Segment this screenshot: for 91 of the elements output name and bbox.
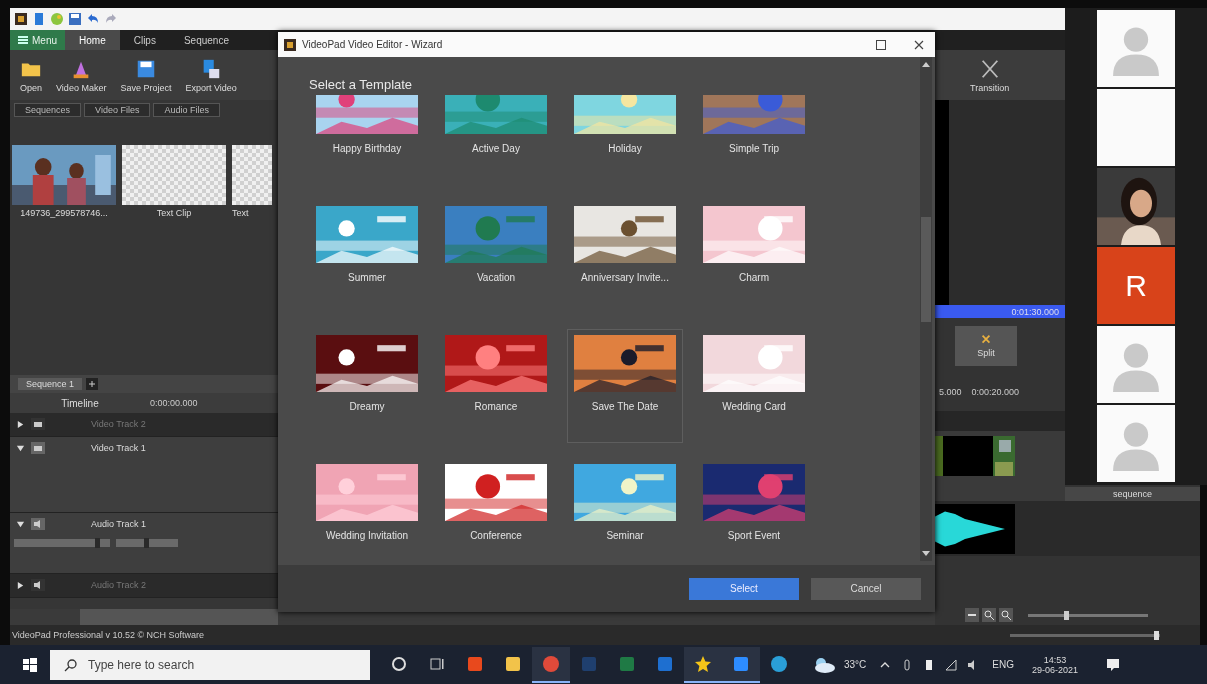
bin-tab[interactable]: Sequences: [14, 103, 82, 117]
transition-button[interactable]: Transition: [964, 50, 1016, 100]
expand-toggle-icon[interactable]: [16, 580, 25, 590]
preview-time: 0:01:30.000: [1011, 306, 1059, 317]
ribbon-tab[interactable]: Clips: [119, 30, 170, 50]
ruler-time: 5.000: [939, 387, 962, 397]
expand-toggle-icon[interactable]: [16, 519, 25, 529]
scrollbar[interactable]: [10, 609, 278, 625]
timecode: 0:00:00.000: [150, 398, 198, 408]
speaker-icon[interactable]: [31, 579, 45, 591]
bin-tab[interactable]: Video Files: [84, 103, 151, 117]
template-name: Active Day: [472, 143, 520, 154]
media-label: Text Clip: [156, 208, 192, 218]
dialog-title: VideoPad Video Editor - Wizard: [302, 39, 444, 50]
text-clip-thumbnail[interactable]: [232, 145, 272, 205]
maximize-icon[interactable]: [875, 38, 887, 51]
participant-initial: R: [1125, 268, 1147, 303]
network-icon[interactable]: [945, 658, 958, 671]
text-clip-thumbnail[interactable]: [122, 145, 226, 205]
expand-toggle-icon[interactable]: [16, 419, 25, 429]
volume-slider[interactable]: [14, 539, 110, 547]
search-field[interactable]: Type here to search: [50, 649, 370, 680]
track-name: Video Track 2: [91, 419, 146, 429]
track-name: Audio Track 1: [91, 519, 147, 529]
temperature: 33°C: [844, 659, 867, 670]
ribbon-tab[interactable]: Sequence: [169, 30, 243, 50]
media-label: 149736_299578746...: [20, 208, 108, 218]
timeline-label: Timeline: [60, 397, 100, 409]
scroll-thumb[interactable]: [921, 217, 931, 322]
ruler-time: 0:00:20.000: [971, 387, 1020, 397]
clock-time: 14:53: [1043, 654, 1067, 665]
language-indicator[interactable]: ENG: [992, 659, 1014, 670]
template-name: Dreamy: [349, 401, 385, 412]
template-name: Romance: [474, 401, 518, 412]
template-name: Wedding Card: [722, 401, 786, 412]
ribbon-tab[interactable]: Home: [65, 30, 120, 50]
split-button[interactable]: Split: [955, 325, 1017, 366]
camera-icon[interactable]: [31, 418, 45, 430]
expand-toggle-icon[interactable]: [16, 443, 25, 453]
clock-date: 29-06-2021: [1032, 664, 1079, 675]
cancel-button[interactable]: Cancel: [811, 577, 921, 600]
save-icon[interactable]: [68, 12, 82, 26]
template-name: Happy Birthday: [332, 143, 402, 154]
page-icon[interactable]: [32, 12, 46, 26]
dialog-heading: Select a Template: [309, 77, 414, 94]
track-name: Audio Track 2: [91, 580, 147, 590]
zoom-in-icon[interactable]: [982, 608, 996, 622]
template-name: Summer: [348, 272, 386, 283]
add-icon[interactable]: [86, 378, 99, 390]
pan-slider[interactable]: [116, 539, 178, 547]
template-name: Holiday: [608, 143, 642, 154]
bin-tab[interactable]: Audio Files: [153, 103, 220, 117]
close-icon[interactable]: [913, 38, 925, 51]
clip-note: sequence: [1112, 489, 1152, 499]
sequence-tab[interactable]: Sequence 1: [18, 378, 83, 390]
scrollbar[interactable]: [920, 57, 932, 561]
menu-icon: [18, 36, 28, 44]
ribbon-button[interactable]: Open: [14, 50, 49, 100]
media-label: Text: [232, 208, 249, 218]
ribbon-button[interactable]: Video Maker: [50, 50, 113, 100]
template-name: Wedding Invitation: [325, 530, 409, 541]
template-card[interactable]: Save The Date: [567, 329, 683, 443]
status-text: VideoPad Professional v 10.52 © NCH Software: [12, 630, 205, 640]
template-name: Conference: [470, 530, 522, 541]
zoom-out-icon[interactable]: [999, 608, 1013, 622]
template-name: Simple Trip: [729, 143, 779, 154]
select-button[interactable]: Select: [689, 577, 799, 600]
track-name: Video Track 1: [91, 443, 146, 453]
fit-icon[interactable]: [965, 608, 979, 622]
template-name: Sport Event: [727, 530, 781, 541]
template-name: Vacation: [476, 272, 516, 283]
volume-slider[interactable]: [1010, 633, 1160, 637]
scroll-up-icon[interactable]: [922, 61, 930, 67]
menu-button[interactable]: Menu: [10, 30, 65, 50]
template-name: Seminar: [606, 530, 644, 541]
template-name: Save The Date: [591, 401, 659, 412]
cloud-icon[interactable]: [812, 656, 836, 673]
search-icon: [64, 657, 78, 672]
zoom-slider[interactable]: [1028, 613, 1148, 617]
ribbon-button[interactable]: Save Project: [114, 50, 178, 100]
app-icon: [284, 38, 296, 51]
star-taskbar-icon[interactable]: [684, 646, 722, 683]
windows-start-icon[interactable]: [22, 656, 38, 673]
notification-icon[interactable]: [1106, 657, 1121, 672]
template-name: Charm: [739, 272, 769, 283]
app-icon: [14, 12, 28, 26]
template-name: Anniversary Invite...: [581, 272, 669, 283]
ribbon-button[interactable]: Export Video: [179, 50, 243, 100]
scroll-down-icon[interactable]: [922, 551, 930, 557]
scissors-icon: [980, 333, 992, 346]
camera-icon[interactable]: [31, 442, 45, 454]
